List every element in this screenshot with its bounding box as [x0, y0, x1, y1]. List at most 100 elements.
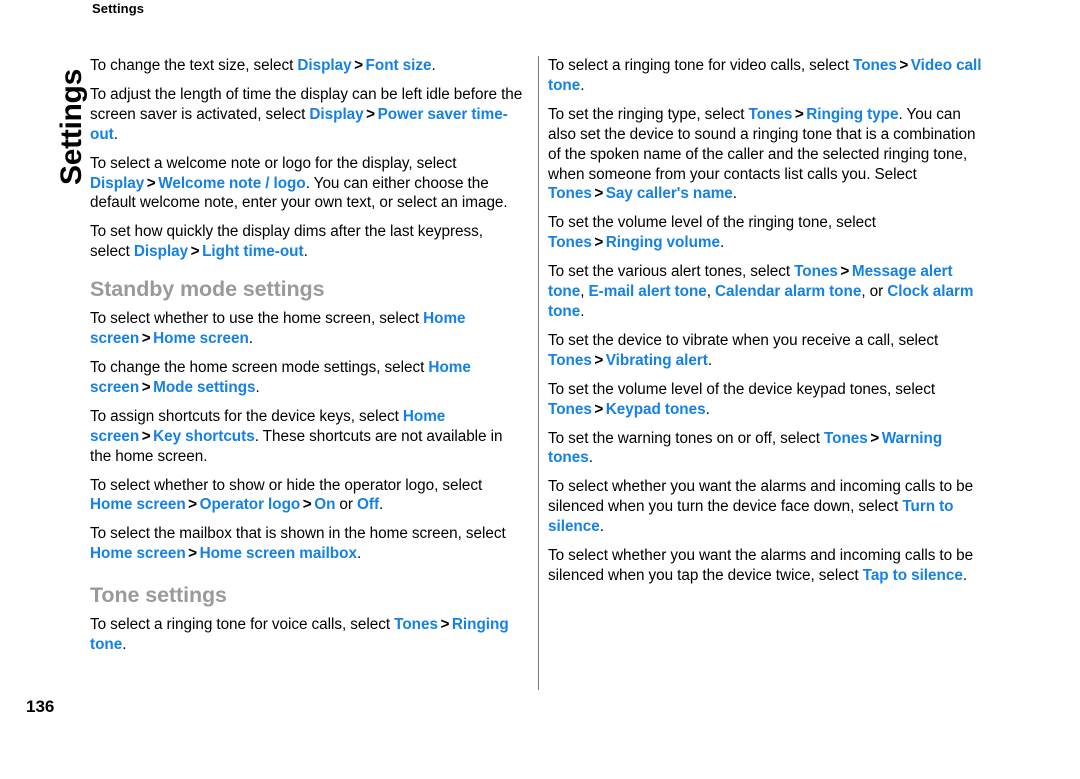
running-header: Settings [92, 1, 145, 16]
left-column: To change the text size, select Display >… [90, 56, 524, 655]
ui-option-off: Off [357, 496, 380, 514]
path-separator-icon: > [594, 400, 604, 418]
ui-path-tones: Tones [394, 616, 438, 634]
text-run: To change the text size, select [90, 57, 298, 74]
ui-path-font-size: Font size [365, 57, 432, 74]
paragraph-alert-tones: To set the various alert tones, select T… [548, 262, 982, 322]
text-run: . [580, 76, 585, 94]
text-run: . [707, 351, 713, 369]
paragraph-tap-to-silence: To select whether you want the alarms an… [548, 546, 982, 586]
page-number: 136 [26, 697, 55, 716]
text-run: To set the warning tones on or off, sele… [548, 429, 824, 447]
text-run: . [113, 125, 118, 143]
paragraph-vibrating-alert: To set the device to vibrate when you re… [548, 331, 982, 371]
path-separator-icon: > [302, 496, 312, 514]
ui-path-welcome-note-logo: Welcome note / logo [158, 174, 306, 192]
paragraph-home-screen-mailbox: To select the mailbox that is shown in t… [90, 524, 524, 564]
paragraph-text-size: To change the text size, select Display >… [90, 56, 524, 76]
paragraph-home-screen-use: To select whether to use the home screen… [90, 309, 524, 349]
text-run: , or [861, 283, 888, 301]
text-run: To set the device to vibrate when you re… [548, 331, 939, 349]
text-run: To select a ringing tone for voice calls… [90, 616, 395, 634]
paragraph-warning-tones: To set the warning tones on or off, sele… [548, 429, 982, 469]
paragraph-display-dim: To set how quickly the display dims afte… [90, 222, 524, 262]
paragraph-ringing-tone-voice: To select a ringing tone for voice calls… [90, 615, 524, 655]
path-separator-icon: > [794, 105, 804, 123]
paragraph-mode-settings: To change the home screen mode settings,… [90, 358, 524, 398]
chapter-tab-label: Settings [55, 69, 88, 185]
text-run: To set the various alert tones, select [548, 263, 795, 281]
text-run: . [962, 566, 968, 584]
path-separator-icon: > [870, 429, 880, 447]
ui-path-key-shortcuts: Key shortcuts [153, 427, 255, 445]
path-separator-icon: > [141, 378, 151, 396]
path-separator-icon: > [440, 616, 450, 634]
text-run: . [719, 234, 725, 252]
text-run: To set the volume level of the device ke… [548, 380, 936, 398]
text-run: To select the mailbox that is shown in t… [90, 525, 506, 543]
text-run: . [580, 302, 585, 320]
paragraph-key-shortcuts: To assign shortcuts for the device keys,… [90, 407, 524, 467]
path-separator-icon: > [146, 174, 156, 192]
ui-path-tones: Tones [823, 429, 868, 447]
path-separator-icon: > [188, 545, 198, 563]
path-separator-icon: > [354, 57, 364, 74]
ui-path-mode-settings: Mode settings [153, 378, 256, 396]
right-column: To select a ringing tone for video calls… [548, 56, 982, 586]
text-run: . [248, 330, 254, 348]
ui-path-keypad-tones: Keypad tones [605, 400, 706, 418]
path-separator-icon: > [594, 185, 604, 203]
section-heading-standby-mode-settings: Standby mode settings [90, 277, 325, 302]
ui-path-tones: Tones [548, 400, 592, 418]
text-run: , [706, 283, 716, 301]
ui-path-display: Display [309, 105, 364, 123]
path-separator-icon: > [366, 105, 376, 123]
path-separator-icon: > [594, 234, 604, 252]
ui-path-operator-logo: Operator logo [199, 496, 301, 514]
text-run: . [303, 243, 308, 261]
text-run: . [705, 400, 710, 418]
ui-path-email-alert-tone: E-mail alert tone [588, 283, 707, 301]
ui-path-display: Display [297, 57, 352, 74]
text-run: . [588, 449, 593, 467]
ui-path-home-screen-sub: Home screen [153, 330, 249, 348]
ui-path-tones: Tones [794, 263, 838, 281]
text-run: . [732, 185, 738, 203]
ui-path-display: Display [90, 174, 145, 192]
path-separator-icon: > [190, 243, 200, 261]
path-separator-icon: > [840, 263, 850, 281]
path-separator-icon: > [188, 496, 198, 514]
column-divider [538, 56, 539, 690]
ui-path-calendar-alarm-tone: Calendar alarm tone [715, 283, 862, 301]
text-run: To change the home screen mode settings,… [90, 358, 429, 376]
text-run: To set the volume level of the ringing t… [548, 214, 876, 232]
text-run: To select whether to show or hide the op… [90, 476, 483, 494]
paragraph-ringing-volume: To set the volume level of the ringing t… [548, 213, 982, 253]
paragraph-keypad-tones: To set the volume level of the device ke… [548, 380, 982, 420]
ui-path-home-screen: Home screen [90, 496, 186, 514]
paragraph-welcome-note: To select a welcome note or logo for the… [90, 154, 524, 214]
paragraph-ringing-type: To set the ringing type, select Tones > Ri… [548, 105, 982, 205]
path-separator-icon: > [899, 57, 909, 74]
text-run: To select whether to use the home screen… [90, 310, 424, 328]
text-run: or [335, 496, 358, 514]
text-run: To assign shortcuts for the device keys,… [90, 407, 403, 425]
ui-path-vibrating-alert: Vibrating alert [605, 351, 708, 369]
ui-path-home-screen: Home screen [90, 545, 186, 563]
text-run: . [122, 636, 127, 654]
path-separator-icon: > [594, 351, 604, 369]
ui-path-tones: Tones [748, 105, 793, 123]
text-run: . [599, 518, 604, 536]
text-run: To select a ringing tone for video calls… [548, 57, 854, 74]
text-run: . [379, 496, 384, 514]
ui-path-light-time-out: Light time-out [202, 243, 304, 261]
path-separator-icon: > [141, 330, 151, 348]
text-run: . [356, 545, 362, 563]
text-run: To select a welcome note or logo for the… [90, 154, 457, 172]
paragraph-video-call-tone: To select a ringing tone for video calls… [548, 56, 982, 96]
path-separator-icon: > [141, 427, 151, 445]
text-run: . [431, 57, 436, 74]
ui-path-home-screen-mailbox: Home screen mailbox [199, 545, 357, 563]
ui-path-tones: Tones [548, 351, 592, 369]
ui-option-on: On [314, 496, 336, 514]
